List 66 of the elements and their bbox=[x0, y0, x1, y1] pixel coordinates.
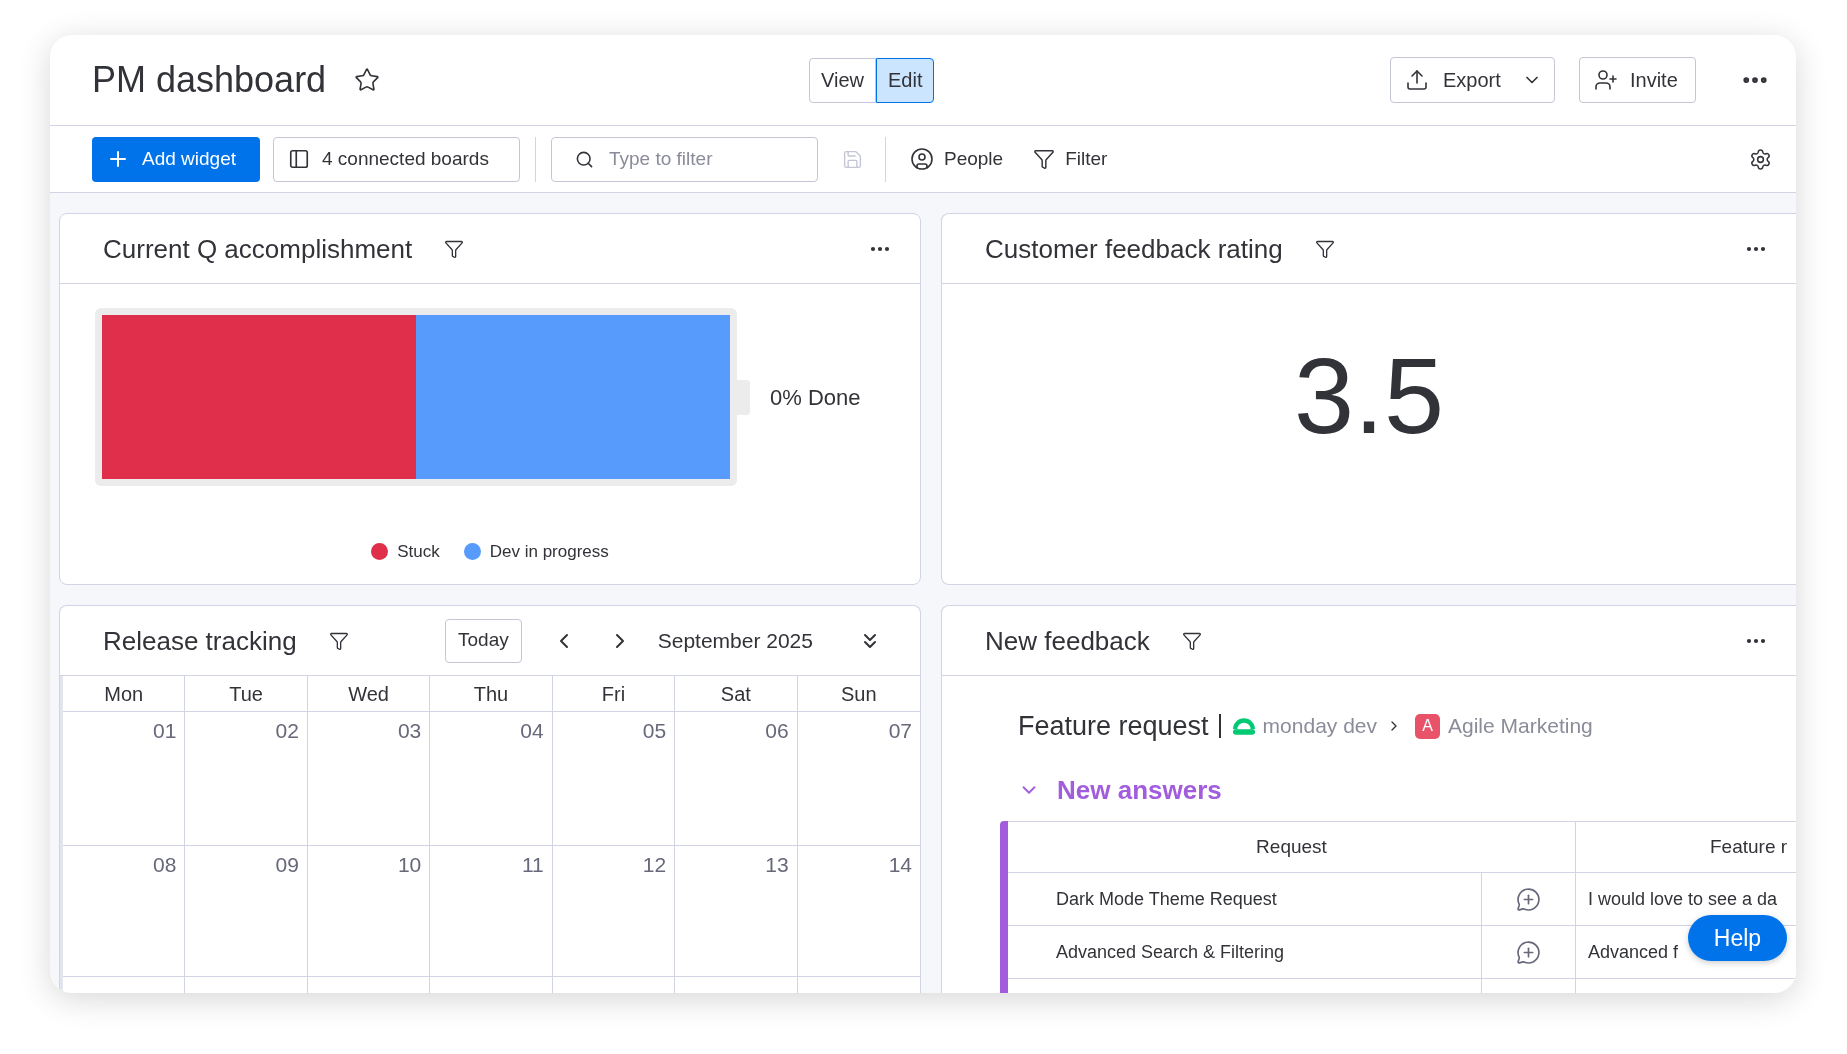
board-name: Feature request bbox=[1018, 709, 1209, 743]
settings-icon[interactable] bbox=[1749, 147, 1772, 171]
date-number: 09 bbox=[275, 852, 299, 878]
today-button[interactable]: Today bbox=[445, 618, 522, 663]
request-title[interactable]: Advanced Search & Filtering bbox=[1056, 938, 1285, 966]
month-label: September 2025 bbox=[657, 627, 813, 654]
column-header: Feature r bbox=[1710, 834, 1788, 859]
star-icon[interactable] bbox=[354, 67, 381, 93]
app-logo-icon bbox=[1232, 717, 1255, 735]
weekday-label: Tue bbox=[229, 681, 263, 707]
date-number: 05 bbox=[642, 718, 667, 744]
date-number: 02 bbox=[275, 718, 299, 744]
feature-description: Advanced f bbox=[1588, 940, 1679, 964]
filter-icon[interactable] bbox=[328, 630, 349, 651]
date-number: 11 bbox=[521, 852, 544, 878]
date-number: 06 bbox=[765, 718, 789, 744]
weekday-label: Sun bbox=[841, 681, 877, 707]
mode-tab[interactable]: View bbox=[809, 57, 876, 103]
filter-icon[interactable] bbox=[1181, 630, 1202, 651]
user-circle-icon bbox=[910, 147, 934, 171]
folder-badge: A bbox=[1415, 713, 1440, 739]
add-comment-icon[interactable] bbox=[1516, 886, 1541, 912]
rating-value: 3.5 bbox=[1293, 342, 1445, 450]
legend-label: Dev in progress bbox=[489, 541, 609, 563]
date-number: 08 bbox=[153, 852, 177, 878]
add-widget-button[interactable]: Add widget bbox=[92, 136, 260, 182]
search-icon bbox=[575, 149, 594, 169]
date-number: 03 bbox=[397, 718, 422, 744]
widget-title: Release tracking bbox=[103, 627, 297, 654]
filter-field[interactable]: Type to filter bbox=[551, 136, 818, 182]
user-plus-icon bbox=[1594, 68, 1618, 92]
widget-title: Customer feedback rating bbox=[985, 235, 1283, 262]
add-comment-icon[interactable] bbox=[1516, 939, 1541, 965]
dashboard-title: PM dashboard bbox=[92, 62, 327, 98]
weekday-label: Wed bbox=[348, 681, 389, 707]
mode-tab[interactable]: Edit bbox=[876, 57, 935, 103]
weekday-label: Sat bbox=[720, 681, 751, 707]
filter-icon bbox=[1033, 148, 1056, 170]
date-number: 01 bbox=[153, 718, 177, 744]
date-number: 12 bbox=[642, 852, 667, 878]
widget-title: New feedback bbox=[985, 627, 1150, 654]
invite-button[interactable]: Invite bbox=[1579, 57, 1696, 103]
filter-icon[interactable] bbox=[444, 238, 465, 259]
widget-title: Current Q accomplishment bbox=[103, 235, 413, 262]
date-number: 04 bbox=[520, 718, 544, 744]
weekday-label: Fri bbox=[601, 681, 626, 707]
upload-icon bbox=[1405, 68, 1429, 92]
group-title[interactable]: New answers bbox=[1057, 770, 1222, 810]
filter-icon[interactable] bbox=[1314, 238, 1335, 259]
column-header: Request bbox=[1256, 834, 1327, 859]
filter-button[interactable]: Filter bbox=[1033, 144, 1108, 174]
people-button[interactable]: People bbox=[910, 144, 1004, 174]
panel-icon bbox=[288, 148, 310, 170]
feature-description: I would love to see a da bbox=[1588, 887, 1778, 911]
request-title[interactable]: Dark Mode Theme Request bbox=[1056, 885, 1277, 913]
connected-boards-button[interactable]: 4 connected boards bbox=[273, 136, 520, 182]
date-number: 13 bbox=[765, 852, 789, 878]
legend-label: Stuck bbox=[397, 541, 440, 563]
date-number: 14 bbox=[888, 852, 912, 878]
progress-reading: 0% Done bbox=[770, 383, 861, 412]
help-button[interactable]: Help bbox=[1688, 915, 1787, 961]
weekday-label: Thu bbox=[473, 681, 509, 707]
export-button[interactable]: Export bbox=[1390, 57, 1555, 103]
date-number: 07 bbox=[888, 718, 912, 744]
weekday-label: Mon bbox=[104, 681, 144, 707]
date-number: 10 bbox=[397, 852, 422, 878]
